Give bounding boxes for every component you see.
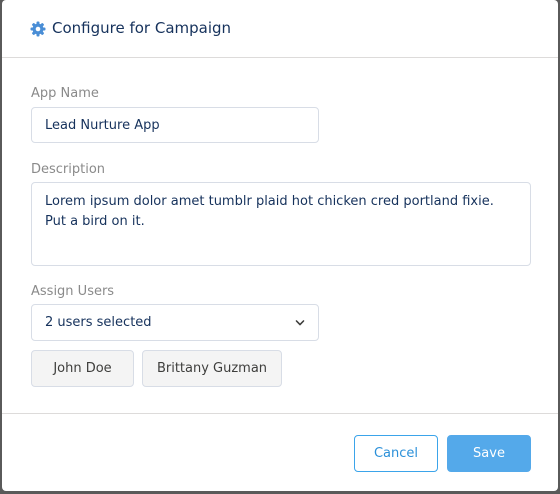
- description-label: Description: [31, 162, 106, 177]
- assign-users-selected-value: 2 users selected: [45, 315, 152, 330]
- modal-footer: Cancel Save: [2, 413, 558, 491]
- cancel-button[interactable]: Cancel: [354, 435, 438, 472]
- gear-icon: [30, 21, 46, 37]
- assign-users-label: Assign Users: [31, 284, 115, 299]
- description-textarea[interactable]: Lorem ipsum dolor amet tumblr plaid hot …: [31, 182, 531, 266]
- save-button[interactable]: Save: [447, 435, 531, 472]
- modal-header: Configure for Campaign: [2, 0, 558, 58]
- user-pill-john-doe[interactable]: John Doe: [31, 350, 134, 387]
- configure-modal: Configure for Campaign App Name Descript…: [2, 0, 558, 491]
- app-name-input[interactable]: [31, 107, 319, 143]
- user-pill-brittany-guzman[interactable]: Brittany Guzman: [142, 350, 282, 387]
- assign-users-select[interactable]: 2 users selected: [31, 304, 319, 341]
- app-name-label: App Name: [31, 86, 99, 101]
- modal-title: Configure for Campaign: [52, 19, 232, 37]
- chevron-down-icon: [295, 320, 305, 326]
